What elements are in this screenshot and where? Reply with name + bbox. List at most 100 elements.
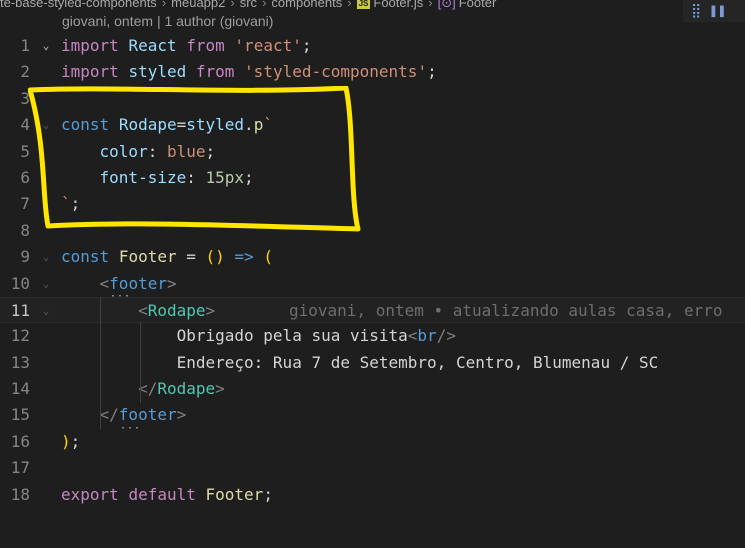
code-token: ;: [427, 62, 437, 82]
code-token: :: [186, 167, 206, 187]
code-token: ;: [70, 431, 81, 451]
line-number[interactable]: 12: [0, 323, 30, 349]
code-token: styled: [186, 115, 245, 135]
code-token: ): [61, 431, 71, 451]
fold-chevron-icon[interactable]: ⌄: [40, 298, 52, 324]
line-number[interactable]: 11: [0, 298, 30, 324]
code-token: export: [61, 484, 119, 504]
line-number[interactable]: 6: [0, 165, 30, 191]
breadcrumb-item[interactable]: Footer.js: [373, 0, 423, 10]
code-line[interactable]: 4 ⌄ const Rodape=styled.p`: [0, 112, 745, 138]
code-content: Obrigado pela sua visita<br/>: [61, 323, 456, 349]
fold-chevron-icon[interactable]: ⌄: [40, 271, 52, 297]
code-token: React: [128, 36, 177, 55]
code-token: `: [61, 194, 71, 214]
fold-chevron-icon[interactable]: ⌄: [40, 33, 52, 59]
code-line[interactable]: 18 export default Footer;: [0, 482, 745, 508]
breadcrumb-item[interactable]: components: [271, 0, 342, 10]
code-token: br: [417, 326, 437, 346]
code-token: ;: [263, 484, 273, 504]
code-line[interactable]: 8: [0, 218, 745, 244]
code-token: (): [205, 247, 225, 267]
code-line[interactable]: 6 font-size: 15px;: [0, 165, 745, 191]
code-editor[interactable]: 1 ⌄ import React from 'react'; 2 import styl…: [0, 33, 745, 508]
code-content: export default Footer;: [61, 482, 273, 508]
line-number[interactable]: 5: [0, 139, 30, 165]
breadcrumb-item[interactable]: Footer: [459, 0, 497, 10]
pause-icon[interactable]: ❚❚: [709, 0, 726, 22]
code-token: >: [205, 300, 216, 320]
breadcrumb-item[interactable]: meuapp2: [171, 0, 225, 10]
code-token: =: [176, 247, 206, 267]
line-number[interactable]: 14: [0, 376, 30, 402]
code-line[interactable]: 14 </Rodape>: [0, 376, 745, 402]
code-line[interactable]: 15 </footer>: [0, 402, 745, 428]
line-number[interactable]: 10: [0, 271, 30, 297]
code-token: blue: [166, 141, 206, 161]
code-line[interactable]: 17: [0, 455, 745, 481]
code-content: );: [61, 429, 80, 455]
code-line[interactable]: 3: [0, 86, 745, 112]
line-number[interactable]: 4: [0, 112, 30, 138]
breadcrumb-item[interactable]: src: [240, 0, 257, 10]
code-line[interactable]: 12 Obrigado pela sua visita<br/>: [0, 323, 745, 349]
line-number[interactable]: 9: [0, 244, 30, 270]
code-token: 'react': [234, 36, 302, 55]
line-number[interactable]: 2: [0, 59, 30, 85]
code-line[interactable]: 13 Endereço: Rua 7 de Setembro, Centro, …: [0, 350, 745, 376]
code-token: <: [138, 300, 148, 320]
code-content: const Rodape=styled.p`: [61, 112, 273, 138]
code-line[interactable]: 9 ⌄ const Footer = () => (: [0, 244, 745, 270]
blame-header[interactable]: giovani, ontem | 1 author (giovani): [62, 12, 273, 30]
javascript-file-icon: JS: [356, 0, 371, 9]
code-token: >: [176, 405, 187, 425]
code-token: styled: [128, 62, 187, 82]
code-token: .: [244, 115, 254, 135]
inline-blame[interactable]: giovani, ontem • atualizando aulas casa,…: [289, 298, 722, 324]
code-token: const: [61, 247, 110, 267]
line-number[interactable]: 17: [0, 455, 30, 481]
code-token: Footer: [205, 484, 264, 504]
fold-chevron-icon[interactable]: ⌄: [40, 244, 52, 270]
code-token: 15px: [205, 167, 245, 187]
code-token: :: [147, 141, 167, 161]
code-token: Rodape: [118, 115, 177, 135]
code-line[interactable]: 1 ⌄ import React from 'react';: [0, 33, 745, 59]
line-number[interactable]: 7: [0, 191, 30, 217]
line-number[interactable]: 1: [0, 33, 30, 59]
line-number[interactable]: 15: [0, 402, 30, 428]
code-line[interactable]: 16);: [0, 429, 745, 455]
code-line[interactable]: 2 import styled from 'styled-components';: [0, 59, 745, 85]
code-token: ;: [205, 141, 216, 161]
code-token: >: [215, 379, 225, 399]
code-content: const Footer = () => (: [61, 244, 273, 270]
line-number[interactable]: 16: [0, 429, 30, 455]
code-content: font-size: 15px;: [61, 165, 254, 191]
code-token: >: [166, 273, 177, 293]
breadcrumb: te-base-styled-components › meuapp2 › src › co…: [0, 0, 496, 12]
chevron-right-icon: ›: [347, 0, 352, 10]
line-number[interactable]: 8: [0, 218, 30, 244]
line-number[interactable]: 3: [0, 86, 30, 112]
code-token: default: [128, 484, 196, 504]
code-token: font-size: [99, 167, 187, 187]
split-editor-icon[interactable]: ⣿: [691, 0, 701, 22]
breadcrumb-item[interactable]: te-base-styled-components: [0, 0, 157, 10]
code-token: footer: [118, 405, 177, 425]
line-number[interactable]: 13: [0, 350, 30, 376]
fold-chevron-icon[interactable]: ⌄: [40, 112, 52, 138]
code-line[interactable]: 7 `;: [0, 191, 745, 217]
code-token: Rodape: [157, 379, 216, 399]
code-content: import styled from 'styled-components';: [61, 59, 437, 85]
line-number[interactable]: 18: [0, 482, 30, 508]
code-token: 'styled-components': [244, 62, 428, 82]
code-line[interactable]: 5 color: blue;: [0, 139, 745, 165]
